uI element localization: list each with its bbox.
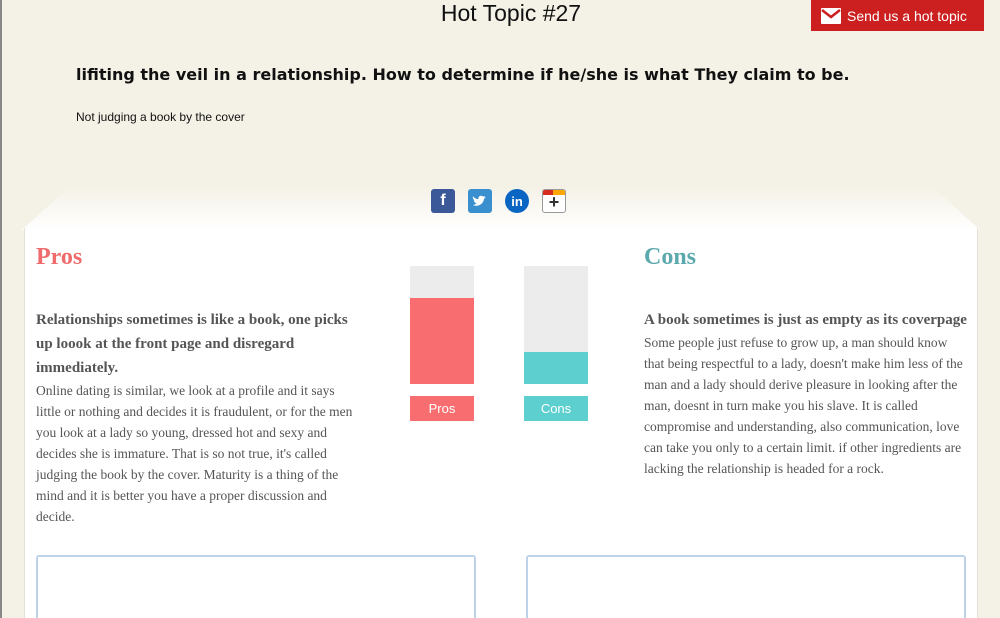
cons-heading: A book sometimes is just as empty as its… bbox=[644, 312, 967, 328]
vote-pros-button[interactable]: Pros bbox=[410, 396, 474, 421]
envelope-icon bbox=[821, 7, 841, 24]
pros-vote-fill bbox=[410, 297, 474, 384]
facebook-icon[interactable]: f bbox=[431, 189, 455, 213]
google-plus-icon[interactable]: + bbox=[542, 189, 566, 213]
pros-comment-box[interactable] bbox=[36, 555, 476, 618]
pros-vote-bar bbox=[410, 266, 474, 384]
send-hot-topic-label: Send us a hot topic bbox=[847, 7, 967, 24]
pros-body: Online dating is similar, we look at a p… bbox=[36, 383, 353, 524]
cons-vote-bar bbox=[524, 266, 588, 384]
cons-comment-box[interactable] bbox=[526, 555, 966, 618]
cons-vote-fill bbox=[524, 352, 588, 384]
pros-heading: Relationships sometimes is like a book, … bbox=[36, 312, 348, 376]
share-bar: f in + bbox=[431, 189, 566, 213]
linkedin-icon[interactable]: in bbox=[505, 189, 529, 213]
page-left-edge bbox=[0, 0, 2, 618]
topic-subheadline: Not judging a book by the cover bbox=[76, 110, 245, 124]
pros-argument: Relationships sometimes is like a book, … bbox=[36, 308, 361, 527]
cons-argument: A book sometimes is just as empty as its… bbox=[644, 308, 969, 479]
pros-title: Pros bbox=[36, 244, 83, 270]
cons-body: Some people just refuse to grow up, a ma… bbox=[644, 335, 963, 476]
vote-cons-button[interactable]: Cons bbox=[524, 396, 588, 421]
twitter-icon[interactable] bbox=[468, 189, 492, 213]
send-hot-topic-button[interactable]: Send us a hot topic bbox=[811, 0, 984, 31]
topic-headline: lifiting the veil in a relationship. How… bbox=[76, 65, 850, 84]
cons-title: Cons bbox=[644, 244, 697, 270]
